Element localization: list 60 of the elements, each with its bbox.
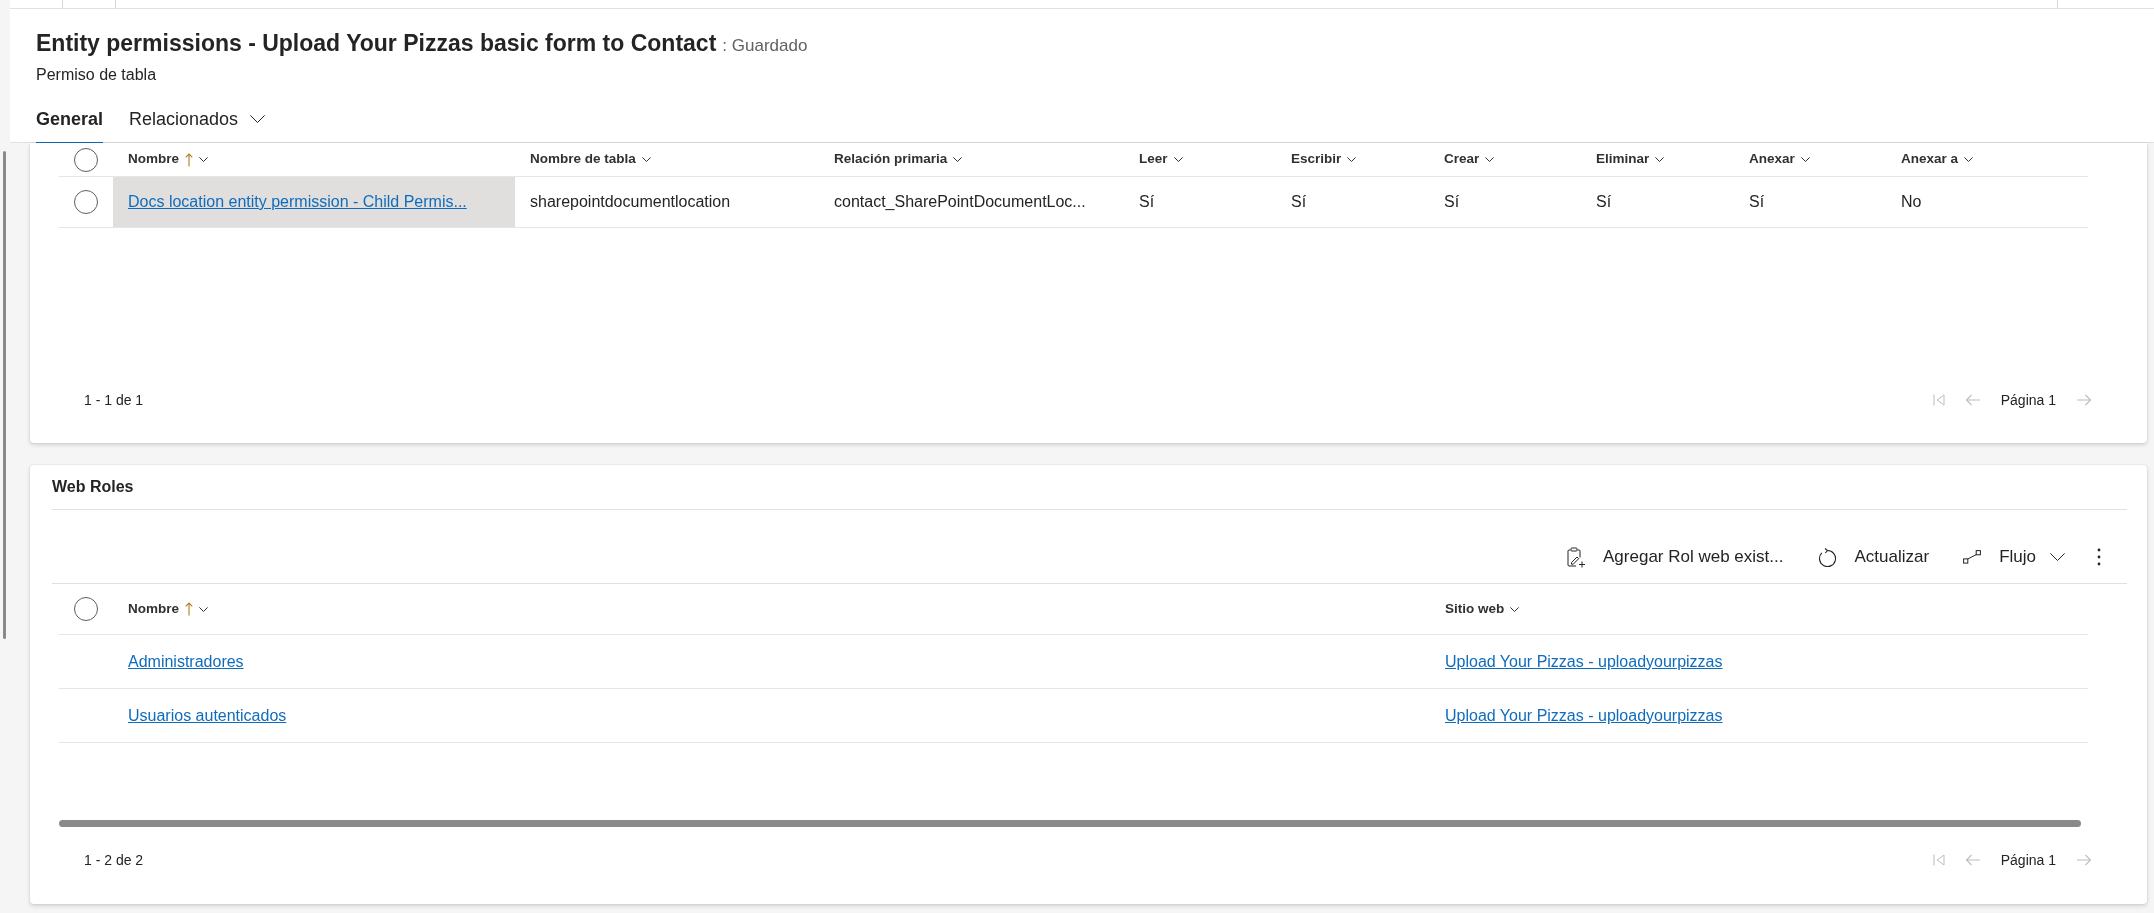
refresh-button[interactable]: Actualizar [1805,537,1942,577]
column-header[interactable]: Relación primaria [834,149,963,170]
column-header[interactable]: Nombre [128,149,208,170]
flow-button[interactable]: Flujo [1951,537,2077,577]
chevron-down-icon [1964,157,1974,162]
record-link[interactable]: Administradores [128,649,244,674]
table-cell-text: sharepointdocumentlocation [530,192,731,212]
chevron-down-icon [199,157,208,162]
table-cell-text: Sí [1749,192,1765,212]
record-link[interactable]: Usuarios autenticados [128,703,287,728]
record-title: Entity permissions - Upload Your Pizzas basic form to Contact [36,29,717,58]
column-header[interactable]: Nombre [128,598,208,620]
record-link[interactable]: Upload Your Pizzas - uploadyourpizzas [1445,649,1723,674]
column-header[interactable]: Nombre de tabla [530,149,651,170]
more-options-icon[interactable] [2097,548,2101,566]
record-type-label: Permiso de tabla [36,66,157,83]
sort-ascending-icon [185,152,193,167]
section-title: Web Roles [52,477,134,497]
record-link[interactable]: Upload Your Pizzas - uploadyourpizzas [1445,703,1723,728]
select-all-checkbox[interactable] [74,147,98,172]
column-header[interactable]: Eliminar [1596,149,1665,170]
refresh-icon [1817,547,1837,567]
clipboard-plus-icon [1567,546,1586,568]
table-cell-text: Sí [1139,192,1155,212]
chevron-down-icon [199,606,208,612]
chevron-down-icon [953,157,963,162]
chevron-down-icon [1800,157,1810,162]
table-cell-text: Sí [1444,192,1460,212]
chevron-down-icon [1485,157,1495,162]
chevron-down-icon [2050,553,2065,561]
tab[interactable]: Relacionados [129,93,266,145]
add-existing-button[interactable]: Agregar Rol web exist... [1555,537,1796,577]
chevron-down-icon [250,115,266,123]
chevron-down-icon [1173,157,1183,162]
column-header[interactable]: Anexar [1749,149,1810,170]
record-count: 1 - 2 de 2 [84,850,144,870]
save-status: : Guardado [722,35,808,57]
scrollbar-thumb[interactable] [3,151,6,639]
flow-icon [1963,550,1982,564]
select-all-checkbox[interactable] [74,597,98,621]
column-header[interactable]: Leer [1139,149,1183,170]
page-number: Página 1 [2000,850,2056,870]
chevron-down-icon [641,157,651,162]
chevron-down-icon [1510,606,1520,612]
record-count: 1 - 1 de 1 [84,390,144,410]
column-header[interactable]: Escribir [1291,149,1357,170]
column-header[interactable]: Anexar a [1901,149,1974,170]
page-number: Página 1 [2000,390,2056,410]
scrollbar-thumb[interactable] [59,820,2081,827]
column-header[interactable]: Crear [1444,149,1495,170]
sort-ascending-icon [185,602,193,616]
column-header[interactable]: Sitio web [1445,598,1520,620]
table-cell-text: Sí [1291,192,1307,212]
chevron-down-icon [1655,157,1665,162]
row-checkbox[interactable] [74,190,98,214]
table-cell-text: No [1901,192,1922,212]
table-cell-text: contact_SharePointDocumentLoc... [834,192,1086,212]
table-cell-text: Sí [1596,192,1612,212]
chevron-down-icon [1347,157,1357,162]
record-link[interactable]: Docs location entity permission - Child Permis... [128,190,467,214]
